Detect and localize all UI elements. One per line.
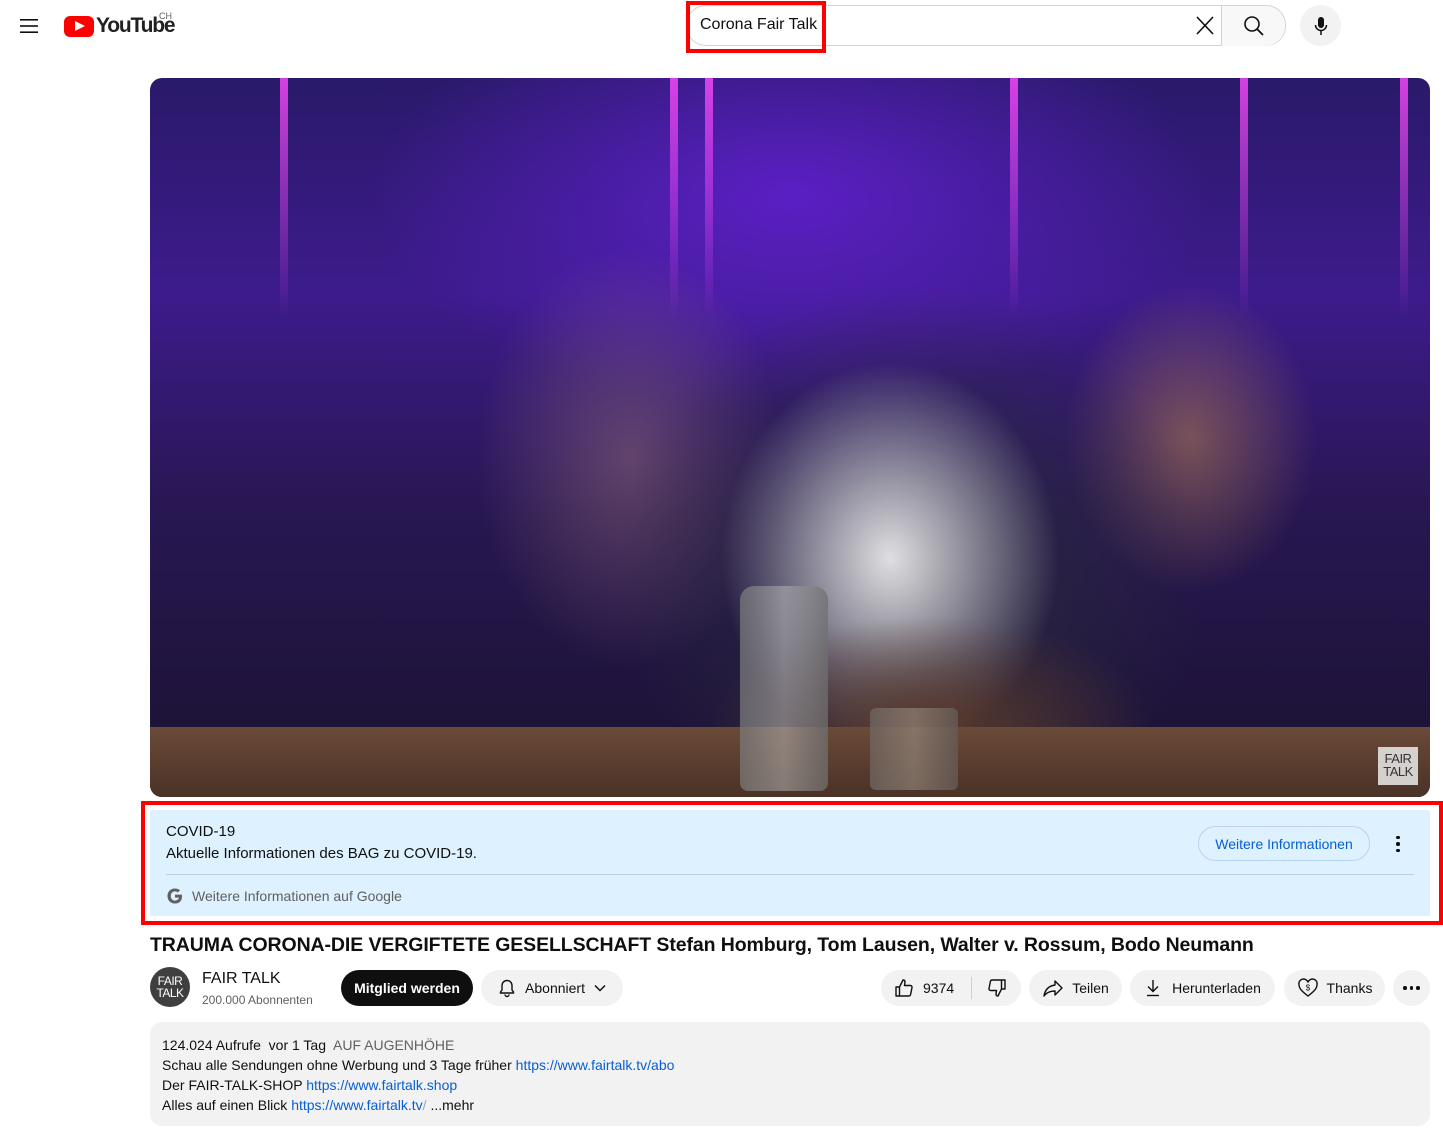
voice-search-button[interactable]: [1300, 5, 1341, 46]
share-label: Teilen: [1072, 980, 1109, 996]
more-actions-button[interactable]: [1393, 970, 1430, 1006]
hamburger-icon: [20, 19, 38, 33]
chevron-down-icon: [594, 984, 606, 992]
stage-light: [1400, 78, 1408, 318]
stage-light: [1240, 78, 1248, 318]
thumbs-down-icon: [987, 979, 1006, 997]
like-count: 9374: [923, 980, 955, 996]
search-highlight-box: [686, 1, 826, 53]
stage-light: [670, 78, 678, 318]
share-icon: [1043, 980, 1063, 997]
description-box[interactable]: 124.024 Aufrufe vor 1 Tag AUF AUGENHÖHE …: [150, 1022, 1430, 1126]
like-button[interactable]: 9374: [881, 970, 971, 1006]
thanks-button[interactable]: $ Thanks: [1284, 970, 1385, 1006]
microphone-icon: [1314, 16, 1327, 35]
upload-age: vor 1 Tag: [268, 1037, 326, 1053]
show-more-link[interactable]: ...mehr: [430, 1097, 474, 1113]
shop-link[interactable]: https://www.fairtalk.shop: [306, 1077, 457, 1093]
info-subtitle: Aktuelle Informationen des BAG zu COVID-…: [166, 845, 477, 862]
menu-button[interactable]: [14, 12, 44, 40]
google-icon: [167, 888, 182, 904]
description-text: Schau alle Sendungen ohne Werbung und 3 …: [162, 1057, 516, 1073]
youtube-logo[interactable]: YouTube: [64, 12, 176, 40]
description-text: Alles auf einen Blick: [162, 1097, 292, 1113]
info-highlight-box: [141, 801, 1443, 925]
video-title: TRAUMA CORONA-DIE VERGIFTETE GESELLSCHAF…: [150, 934, 1254, 956]
dot: [1396, 835, 1400, 840]
thanks-label: Thanks: [1326, 980, 1373, 996]
dot: [1396, 842, 1400, 846]
youtube-play-icon: [64, 15, 94, 37]
clear-search-button[interactable]: [1190, 12, 1220, 40]
download-button[interactable]: Herunterladen: [1130, 970, 1275, 1006]
channel-name[interactable]: FAIR TALK: [202, 970, 281, 988]
download-label: Herunterladen: [1172, 980, 1261, 996]
dot: [1396, 848, 1400, 853]
join-membership-button[interactable]: Mitglied werden: [341, 970, 473, 1006]
stage-light: [280, 78, 288, 318]
thumbs-up-icon: [895, 979, 913, 997]
stage-light: [1010, 78, 1018, 318]
search-icon: [1243, 16, 1264, 36]
dot: [1403, 986, 1407, 990]
hashtag[interactable]: AUF AUGENHÖHE: [333, 1037, 454, 1053]
dot: [1409, 986, 1414, 990]
carafe: [740, 586, 828, 791]
svg-text:$: $: [1305, 984, 1310, 993]
subscribed-label: Abonniert: [525, 980, 585, 996]
channel-avatar[interactable]: FAIR TALK: [150, 967, 190, 1007]
close-icon: [1196, 16, 1214, 35]
description-meta: 124.024 Aufrufe vor 1 Tag AUF AUGENHÖHE: [162, 1035, 1418, 1055]
bell-icon: [499, 979, 515, 998]
dislike-button[interactable]: [972, 970, 1021, 1006]
country-code: CH: [159, 11, 172, 21]
subscribed-button[interactable]: Abonniert: [481, 970, 623, 1006]
stage-light: [705, 78, 713, 318]
thanks-heart-icon: $: [1297, 978, 1318, 997]
description-text: Der FAIR-TALK-SHOP: [162, 1077, 307, 1093]
faded-text: /: [422, 1097, 427, 1113]
subscriber-count: 200.000 Abonnenten: [202, 993, 313, 1007]
like-dislike-group: 9374: [881, 970, 1021, 1006]
google-info-link[interactable]: Weitere Informationen auf Google: [192, 888, 402, 904]
channel-watermark[interactable]: FAIR TALK: [1378, 747, 1418, 785]
info-divider: [166, 874, 1414, 875]
description-line: Der FAIR-TALK-SHOP https://www.fairtalk.…: [162, 1075, 1418, 1095]
info-title: COVID-19: [166, 823, 236, 840]
dot: [1416, 986, 1420, 990]
glass: [870, 708, 958, 790]
video-player[interactable]: FAIR TALK: [150, 78, 1430, 797]
share-button[interactable]: Teilen: [1029, 970, 1122, 1006]
view-count: 124.024 Aufrufe: [162, 1037, 261, 1053]
abo-link[interactable]: https://www.fairtalk.tv/abo: [516, 1057, 675, 1073]
search-button[interactable]: [1221, 6, 1285, 46]
download-icon: [1147, 980, 1160, 997]
description-line: Schau alle Sendungen ohne Werbung und 3 …: [162, 1055, 1418, 1075]
website-link[interactable]: https://www.fairtalk.tv: [291, 1097, 422, 1113]
info-more-options-button[interactable]: [1388, 830, 1408, 858]
more-info-button[interactable]: Weitere Informationen: [1198, 826, 1370, 861]
description-line: Alles auf einen Blick https://www.fairta…: [162, 1095, 1418, 1115]
